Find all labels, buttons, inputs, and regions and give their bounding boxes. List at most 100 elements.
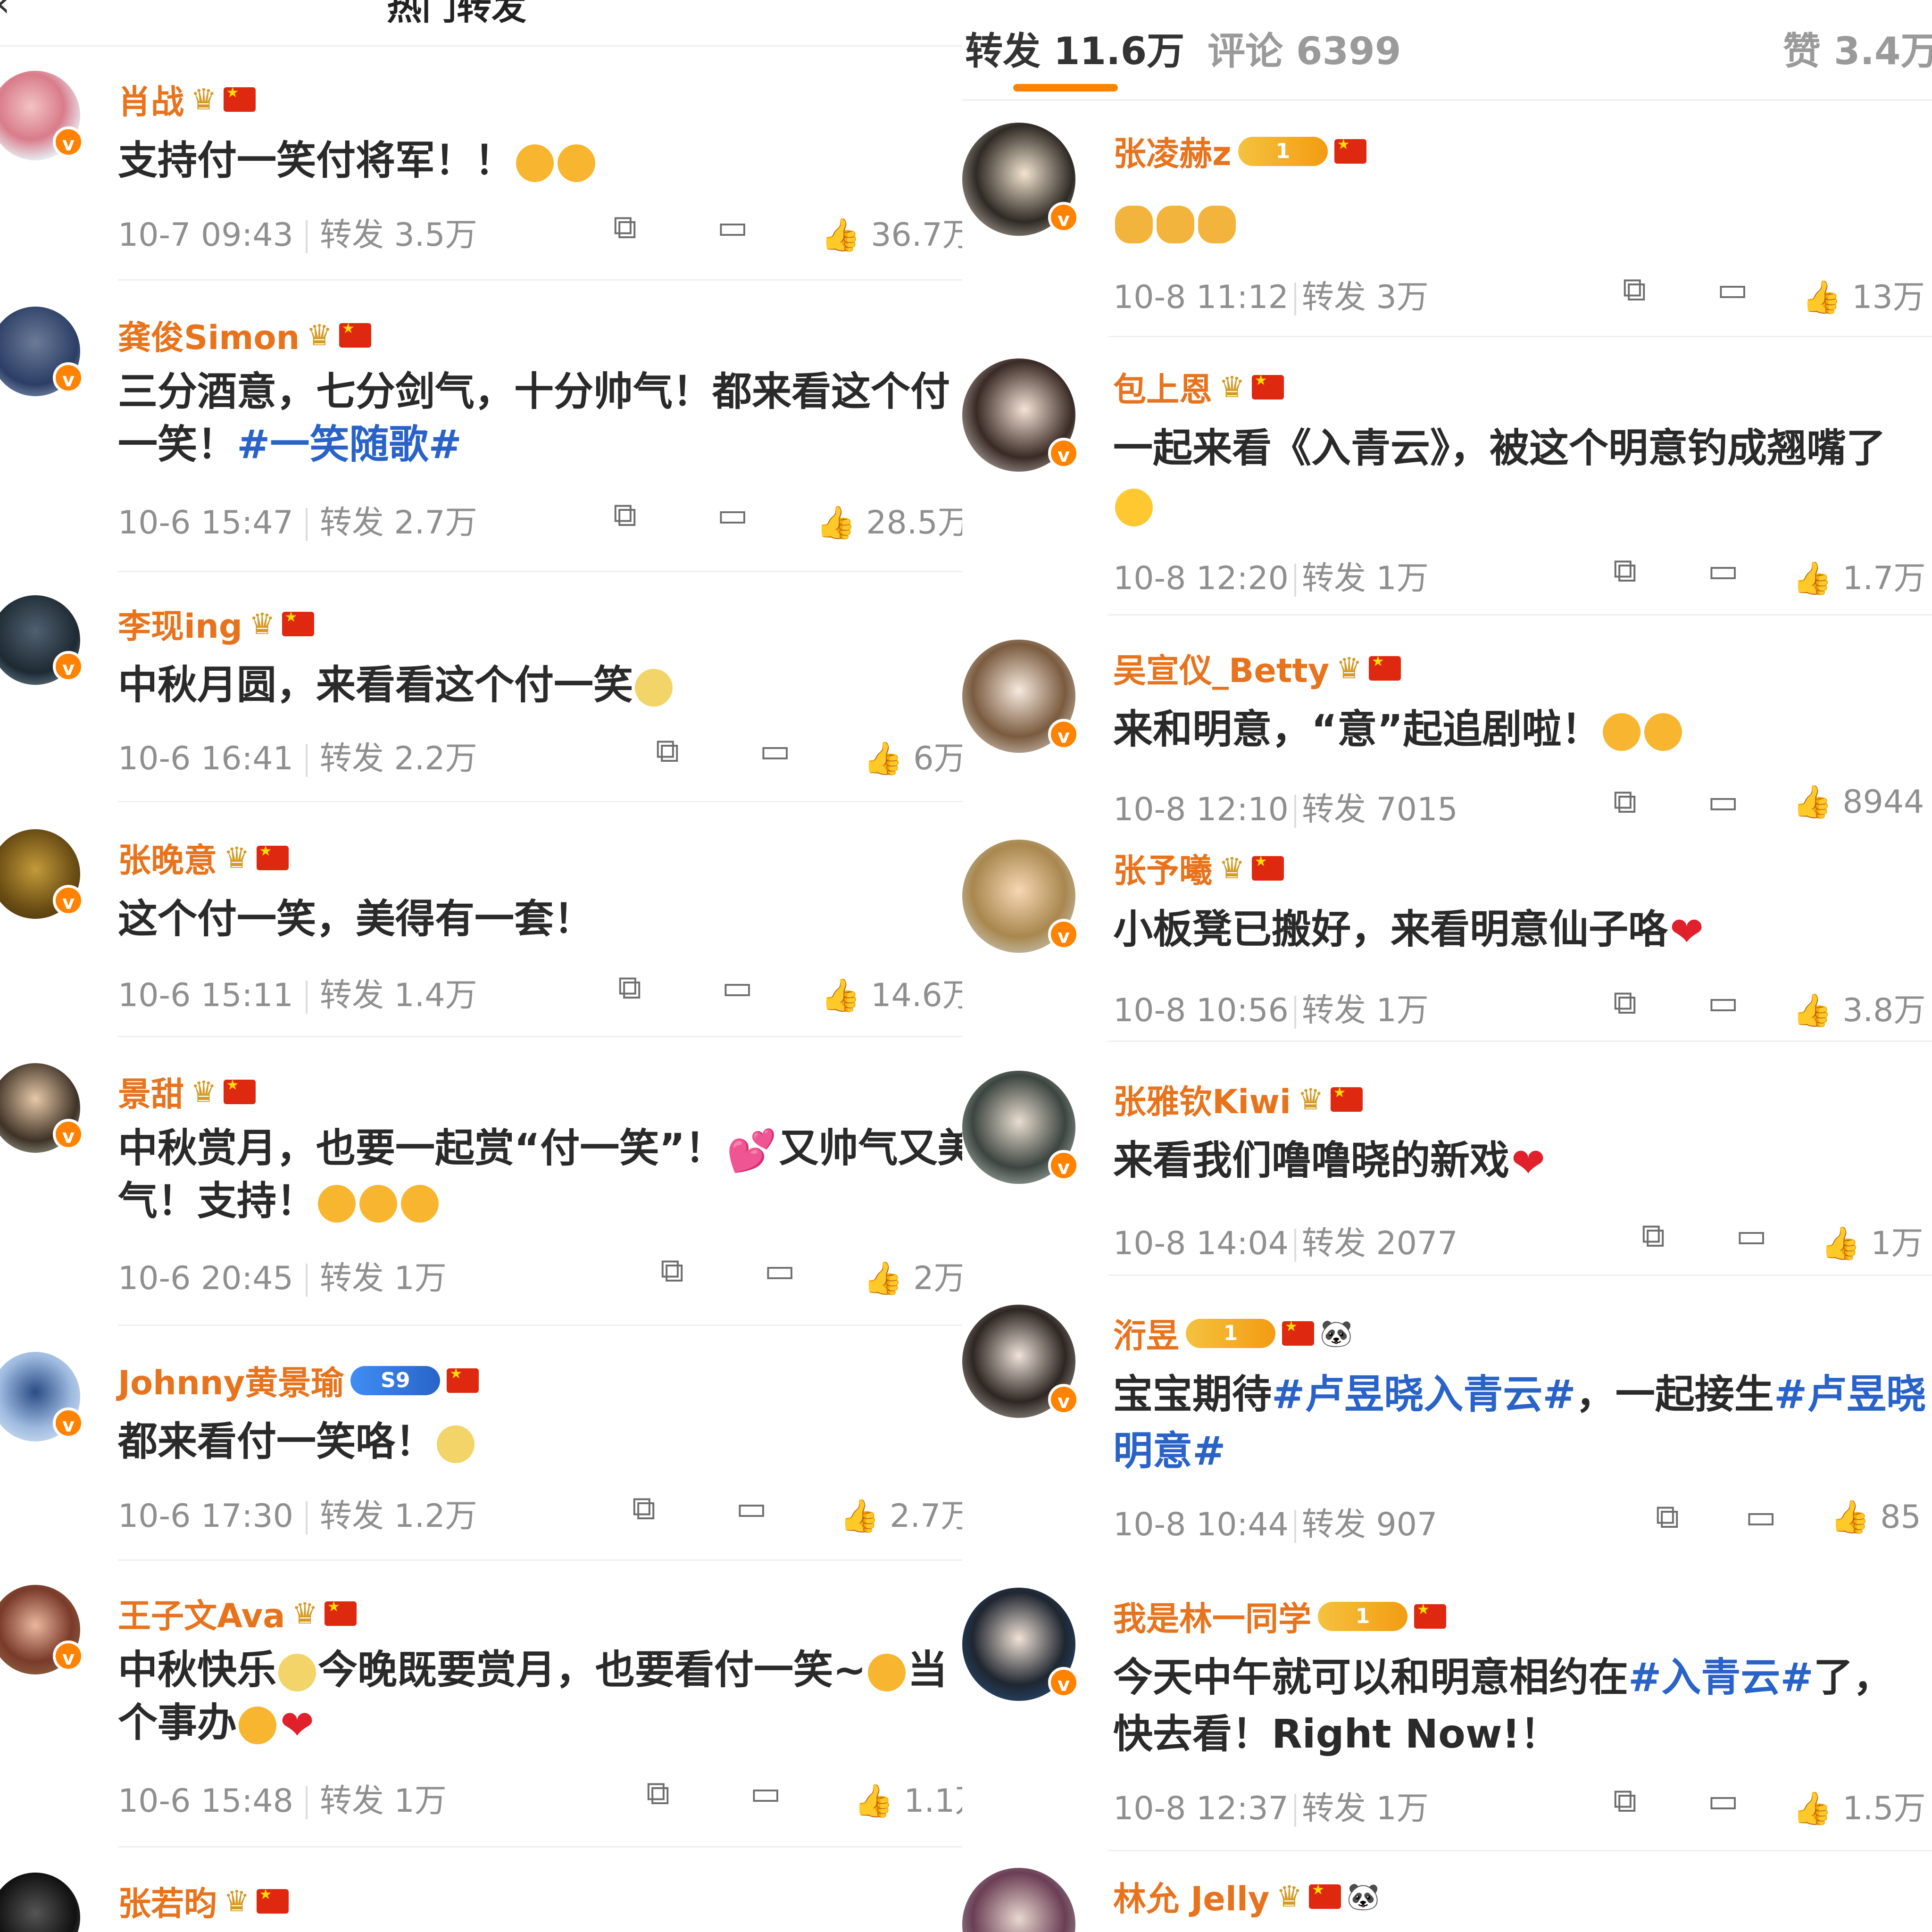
hashtag-link[interactable]: 明意# bbox=[1113, 1428, 1225, 1474]
thumbs-up-icon: 👍 bbox=[840, 1498, 880, 1535]
comment-icon[interactable]: ▭ bbox=[1736, 1216, 1767, 1255]
hashtag-link[interactable]: #卢昱晓 bbox=[1774, 1371, 1926, 1417]
like-button[interactable]: 👍 85 bbox=[1830, 1498, 1921, 1536]
share-icon[interactable]: ⧉ bbox=[618, 968, 641, 1007]
share-icon[interactable]: ⧉ bbox=[613, 208, 637, 247]
like-button[interactable]: 👍 1.1万 bbox=[854, 1774, 976, 1821]
list-item: v 李现ing♛ 中秋月圆，来看看这个付一笑 10-6 16:41 转发 2.2万… bbox=[0, 595, 972, 793]
username[interactable]: Johnny黄景瑜 bbox=[118, 1364, 344, 1402]
like-count: 8944 bbox=[1842, 783, 1924, 821]
crown-icon: ♛ bbox=[1336, 651, 1362, 685]
comment-icon[interactable]: ▭ bbox=[759, 731, 791, 770]
like-button[interactable]: 👍 14.6万 bbox=[821, 969, 974, 1016]
crown-icon: ♛ bbox=[1219, 851, 1245, 885]
timestamp: 10-6 20:45 bbox=[118, 1260, 293, 1297]
username[interactable]: 张凌赫z bbox=[1113, 134, 1232, 173]
share-icon[interactable]: ⧉ bbox=[646, 1774, 670, 1813]
username[interactable]: 张雅钦Kiwi bbox=[1113, 1083, 1291, 1121]
avatar[interactable]: v bbox=[0, 1063, 84, 1153]
emoji-icon bbox=[401, 1185, 439, 1223]
comment-icon[interactable]: ▭ bbox=[717, 208, 748, 246]
username[interactable]: 张若昀 bbox=[118, 1884, 217, 1923]
avatar[interactable]: v bbox=[962, 1071, 1079, 1184]
flag-icon bbox=[1334, 136, 1366, 164]
comment-icon[interactable]: ▭ bbox=[717, 495, 748, 534]
verified-icon: v bbox=[53, 1119, 84, 1150]
share-icon[interactable]: ⧉ bbox=[1641, 1216, 1665, 1255]
username[interactable]: 王子文Ava bbox=[118, 1597, 285, 1635]
avatar[interactable]: v bbox=[0, 595, 84, 685]
hashtag-link[interactable]: #入青云# bbox=[1628, 1654, 1814, 1700]
username[interactable]: 肖战 bbox=[118, 83, 184, 121]
share-icon[interactable]: ⧉ bbox=[632, 1489, 656, 1528]
username[interactable]: 林允 Jelly bbox=[1113, 1880, 1270, 1918]
comment-icon[interactable]: ▭ bbox=[1707, 1781, 1739, 1820]
like-button[interactable]: 👍 1.7万 bbox=[1792, 552, 1925, 599]
username[interactable]: 吴宣仪_Betty bbox=[1113, 651, 1329, 690]
hashtag-link[interactable]: #一笑随歌# bbox=[237, 421, 462, 467]
username[interactable]: 龚俊Simon bbox=[118, 318, 300, 357]
emoji-icon bbox=[1603, 713, 1641, 751]
like-button[interactable]: 👍 36.7万 bbox=[821, 208, 974, 255]
share-icon[interactable]: ⧉ bbox=[660, 1251, 684, 1290]
avatar[interactable]: v bbox=[0, 829, 84, 919]
like-button[interactable]: 👍 8944 bbox=[1792, 783, 1924, 821]
avatar[interactable]: v bbox=[0, 1585, 84, 1674]
comment-icon[interactable]: ▭ bbox=[764, 1251, 795, 1290]
share-icon[interactable]: ⧉ bbox=[656, 731, 679, 770]
thumbs-up-icon: 👍 bbox=[854, 1782, 894, 1820]
share-icon[interactable]: ⧉ bbox=[1656, 1497, 1679, 1536]
share-icon[interactable]: ⧉ bbox=[1613, 782, 1637, 821]
username[interactable]: 张予曦 bbox=[1113, 851, 1212, 890]
back-arrow-icon[interactable]: ‹ bbox=[0, 0, 10, 25]
share-icon[interactable]: ⧉ bbox=[1613, 551, 1637, 590]
username[interactable]: 我是林一同学 bbox=[1113, 1599, 1311, 1638]
like-button[interactable]: 👍 13万 bbox=[1802, 271, 1925, 317]
avatar[interactable]: v bbox=[962, 840, 1079, 953]
comment-icon[interactable]: ▭ bbox=[1707, 551, 1739, 590]
share-icon[interactable]: ⧉ bbox=[1623, 270, 1646, 309]
username[interactable]: 包上恩 bbox=[1113, 370, 1212, 409]
hashtag-link[interactable]: #卢昱晓入青云# bbox=[1272, 1371, 1576, 1417]
comment-icon[interactable]: ▭ bbox=[1717, 270, 1748, 308]
tab-reposts[interactable]: 转发 11.6万 bbox=[965, 21, 1184, 75]
like-button[interactable]: 👍 6万 bbox=[863, 732, 966, 779]
like-count: 1.7万 bbox=[1842, 560, 1926, 597]
like-button[interactable]: 👍 2.7万 bbox=[840, 1490, 973, 1536]
avatar[interactable] bbox=[962, 1868, 1075, 1932]
verified-icon: v bbox=[53, 885, 84, 916]
avatar[interactable]: v bbox=[0, 71, 84, 160]
comment-icon[interactable]: ▭ bbox=[750, 1774, 781, 1812]
avatar[interactable]: v bbox=[0, 1352, 84, 1441]
moon-emoji-icon bbox=[635, 669, 673, 707]
share-icon[interactable]: ⧉ bbox=[613, 495, 637, 534]
username[interactable]: 张晚意 bbox=[118, 841, 217, 880]
avatar[interactable] bbox=[0, 1873, 80, 1932]
like-button[interactable]: 👍 1.5万 bbox=[1792, 1782, 1925, 1829]
comment-icon[interactable]: ▭ bbox=[1707, 782, 1739, 821]
repost-count: 转发 3.5万 bbox=[319, 217, 477, 254]
comment-icon[interactable]: ▭ bbox=[1745, 1497, 1776, 1536]
avatar[interactable]: v bbox=[962, 1588, 1079, 1701]
tab-comments[interactable]: 评论 6399 bbox=[1208, 21, 1401, 75]
share-icon[interactable]: ⧉ bbox=[1613, 1781, 1637, 1820]
flag-icon bbox=[325, 1599, 357, 1626]
like-button[interactable]: 👍 3.8万 bbox=[1792, 984, 1925, 1031]
like-button[interactable]: 👍 1万 bbox=[1821, 1217, 1924, 1264]
comment-icon[interactable]: ▭ bbox=[1707, 983, 1739, 1022]
username[interactable]: 李现ing bbox=[118, 607, 242, 646]
avatar[interactable]: v bbox=[962, 1305, 1079, 1418]
avatar[interactable]: v bbox=[0, 307, 84, 396]
username[interactable]: 景甜 bbox=[118, 1075, 184, 1114]
verified-icon: v bbox=[1048, 919, 1079, 950]
like-button[interactable]: 👍 2万 bbox=[863, 1252, 966, 1299]
comment-icon[interactable]: ▭ bbox=[736, 1489, 767, 1527]
username[interactable]: 洐昱 bbox=[1113, 1316, 1179, 1355]
tab-likes[interactable]: 赞 3.4万 bbox=[1783, 21, 1932, 75]
comment-icon[interactable]: ▭ bbox=[722, 968, 753, 1007]
avatar[interactable]: v bbox=[962, 640, 1079, 753]
like-button[interactable]: 👍 28.5万 bbox=[816, 496, 970, 543]
share-icon[interactable]: ⧉ bbox=[1613, 983, 1637, 1022]
avatar[interactable]: v bbox=[962, 358, 1079, 472]
avatar[interactable]: v bbox=[962, 123, 1079, 236]
